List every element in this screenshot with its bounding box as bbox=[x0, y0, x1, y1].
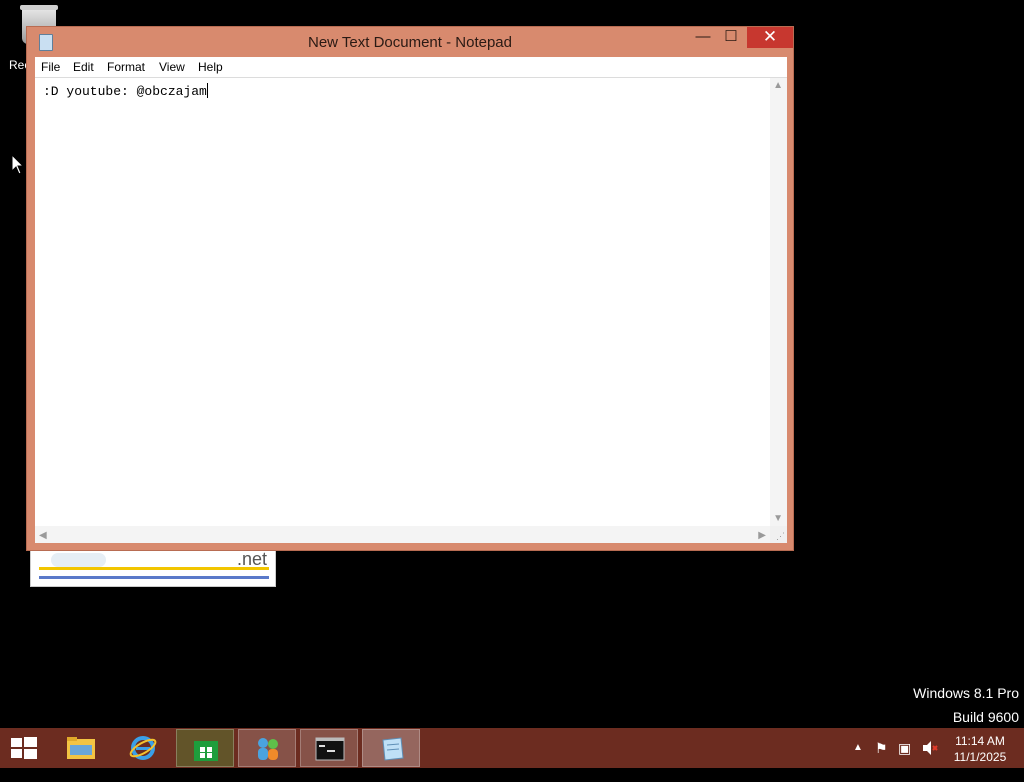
scroll-left-icon[interactable]: ◀ bbox=[39, 530, 47, 541]
menu-edit[interactable]: Edit bbox=[73, 60, 94, 74]
clock-date: 11/1/2025 bbox=[953, 750, 1007, 764]
volume-muted-icon[interactable] bbox=[922, 740, 938, 780]
window-title: New Text Document - Notepad bbox=[308, 34, 512, 51]
action-center-flag-icon[interactable]: ⚑ bbox=[875, 740, 888, 780]
minimize-button[interactable]: — bbox=[689, 27, 717, 48]
resize-grip-icon: ⋰ bbox=[776, 531, 785, 541]
windows-edition-watermark: Windows 8.1 Pro bbox=[913, 685, 1019, 701]
system-clock[interactable]: 11:14 AM 11/1/2025 bbox=[948, 733, 1012, 765]
windows-logo-icon bbox=[11, 737, 37, 759]
menu-bar: File Edit Format View Help bbox=[35, 57, 787, 78]
taskbar: ▲ ⚑ ▣ 11:14 AM 11/1/2025 bbox=[0, 728, 1024, 768]
messenger-people-icon bbox=[258, 738, 278, 760]
background-window[interactable]: .net bbox=[30, 548, 276, 587]
clock-time: 11:14 AM bbox=[955, 734, 1005, 748]
scroll-right-icon[interactable]: ▶ bbox=[758, 530, 766, 541]
scroll-up-icon[interactable]: ▲ bbox=[773, 80, 783, 91]
background-window-blue-bar bbox=[39, 576, 269, 579]
network-icon[interactable]: ▣ bbox=[898, 740, 911, 780]
taskbar-notepad[interactable] bbox=[362, 729, 420, 767]
taskbar-command-prompt[interactable] bbox=[300, 729, 358, 767]
close-button[interactable]: ✕ bbox=[747, 27, 793, 48]
start-button[interactable] bbox=[10, 736, 38, 760]
menu-view[interactable]: View bbox=[159, 60, 185, 74]
command-prompt-icon bbox=[315, 737, 345, 761]
taskbar-file-explorer[interactable] bbox=[52, 729, 110, 767]
show-hidden-icons-icon[interactable]: ▲ bbox=[853, 742, 863, 782]
menu-file[interactable]: File bbox=[41, 60, 60, 74]
menu-help[interactable]: Help bbox=[198, 60, 223, 74]
taskbar-messenger[interactable] bbox=[238, 729, 296, 767]
folder-icon bbox=[67, 737, 95, 759]
store-icon bbox=[194, 741, 218, 761]
menu-format[interactable]: Format bbox=[107, 60, 145, 74]
internet-explorer-icon bbox=[129, 736, 157, 760]
horizontal-scrollbar[interactable]: ◀ ▶ bbox=[35, 526, 770, 543]
document-text: :D youtube: @obczajam bbox=[43, 84, 207, 99]
text-editor[interactable]: :D youtube: @obczajam ▲ ▼ ◀ ▶ ⋰ bbox=[35, 78, 787, 543]
notepad-window[interactable]: New Text Document - Notepad — ☐ ✕ File E… bbox=[26, 26, 794, 551]
resize-grip[interactable]: ⋰ bbox=[770, 526, 787, 543]
taskbar-store[interactable] bbox=[176, 729, 234, 767]
text-caret bbox=[206, 83, 208, 98]
title-bar[interactable]: New Text Document - Notepad — ☐ ✕ bbox=[27, 27, 793, 57]
notepad-icon bbox=[382, 737, 404, 761]
background-window-yellow-bar bbox=[39, 567, 269, 570]
taskbar-internet-explorer[interactable] bbox=[114, 729, 172, 767]
vertical-scrollbar[interactable]: ▲ ▼ bbox=[770, 78, 787, 526]
scroll-down-icon[interactable]: ▼ bbox=[773, 513, 783, 524]
background-window-graphic bbox=[51, 553, 106, 567]
windows-build-watermark: Build 9600 bbox=[952, 709, 1019, 725]
maximize-button[interactable]: ☐ bbox=[717, 27, 745, 48]
